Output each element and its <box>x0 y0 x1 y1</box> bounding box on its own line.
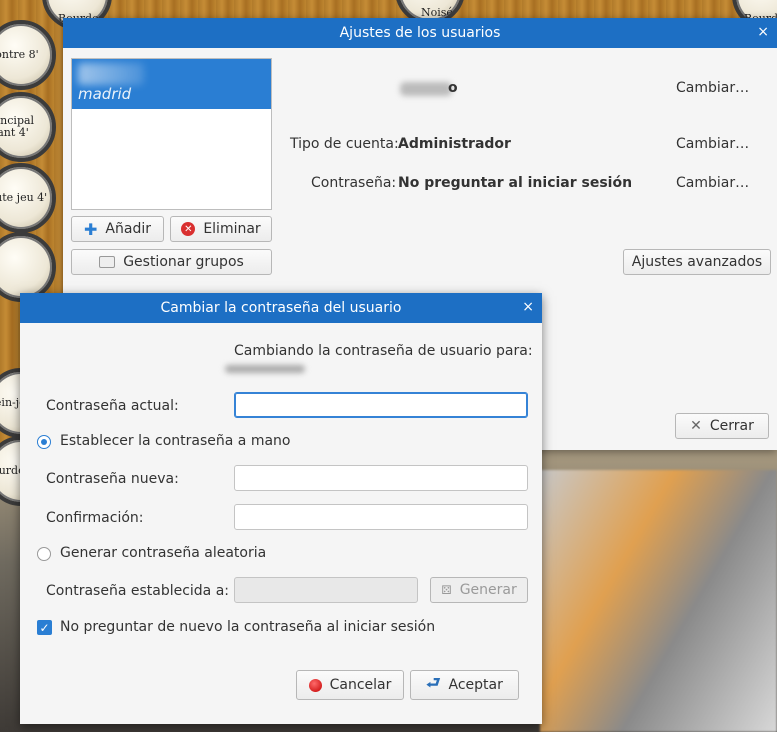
set-to-label: Contraseña establecida a: <box>46 583 230 599</box>
change-password-dialog: Cambiar la contraseña del usuario × Camb… <box>20 293 542 724</box>
manual-password-label[interactable]: Establecer la contraseña a mano <box>60 433 291 449</box>
organ-stop-key: Flûte jeu 4' <box>0 163 56 233</box>
change-username-link[interactable]: Cambiar… <box>676 80 749 96</box>
desktop-background-blur <box>540 470 777 732</box>
change-account-type-link[interactable]: Cambiar… <box>676 136 749 152</box>
account-type-label: Tipo de cuenta: <box>290 136 399 152</box>
generate-button[interactable]: ⚄ Generar <box>430 577 528 603</box>
user-name: madrid <box>78 85 132 103</box>
username-blurred <box>400 82 452 96</box>
new-password-label: Contraseña nueva: <box>46 471 179 487</box>
users-settings-titlebar: Ajustes de los usuarios × <box>63 18 777 48</box>
current-password-label: Contraseña actual: <box>46 398 179 414</box>
confirm-password-label: Confirmación: <box>46 510 144 526</box>
manage-groups-button[interactable]: Gestionar grupos <box>71 249 272 275</box>
confirm-password-input[interactable] <box>234 504 528 530</box>
random-password-label[interactable]: Generar contraseña aleatoria <box>60 545 266 561</box>
organ-stop-key: VI <box>0 232 56 302</box>
target-username-blurred <box>225 365 305 373</box>
generate-icon: ⚄ <box>441 583 452 597</box>
groups-icon <box>99 256 116 268</box>
password-label: Contraseña: <box>311 175 397 191</box>
close-icon[interactable]: × <box>757 24 769 40</box>
user-list[interactable]: madrid <box>71 58 272 210</box>
accept-button[interactable]: ⮐ Aceptar <box>410 670 519 700</box>
stop-icon <box>308 678 322 692</box>
user-list-item[interactable]: madrid <box>72 59 271 109</box>
cancel-button[interactable]: Cancelar <box>296 670 404 700</box>
window-title: Ajustes de los usuarios <box>339 25 501 41</box>
changing-for-label: Cambiando la contraseña de usuario para: <box>234 343 533 359</box>
manual-password-radio[interactable] <box>37 435 51 449</box>
close-icon[interactable]: × <box>522 299 534 315</box>
user-avatar <box>78 63 144 85</box>
return-arrow-icon: ⮐ <box>426 672 441 692</box>
no-ask-label[interactable]: No preguntar de nuevo la contraseña al i… <box>60 619 435 635</box>
plus-icon: ✚ <box>84 219 98 239</box>
dialog-title: Cambiar la contraseña del usuario <box>160 300 402 316</box>
remove-icon: ✕ <box>181 222 196 236</box>
random-password-radio[interactable] <box>37 547 51 561</box>
organ-stop-key: Principal chant 4' <box>0 92 56 162</box>
close-button[interactable]: ✕ Cerrar <box>675 413 769 439</box>
generated-password-field <box>234 577 418 603</box>
remove-user-button[interactable]: ✕ Eliminar <box>170 216 272 242</box>
current-password-input[interactable] <box>234 392 528 418</box>
password-value: No preguntar al iniciar sesión <box>398 175 633 191</box>
close-x-icon: ✕ <box>690 418 702 434</box>
no-ask-checkbox[interactable]: ✓ <box>37 620 52 635</box>
username-text: o <box>448 80 458 96</box>
account-type-value: Administrador <box>398 136 511 152</box>
add-user-button[interactable]: ✚ Añadir <box>71 216 164 242</box>
dialog-titlebar: Cambiar la contraseña del usuario × <box>20 293 542 323</box>
organ-stop-key: Montre 8' <box>0 20 56 90</box>
change-password-link[interactable]: Cambiar… <box>676 175 749 191</box>
advanced-settings-button[interactable]: Ajustes avanzados <box>623 249 771 275</box>
new-password-input[interactable] <box>234 465 528 491</box>
